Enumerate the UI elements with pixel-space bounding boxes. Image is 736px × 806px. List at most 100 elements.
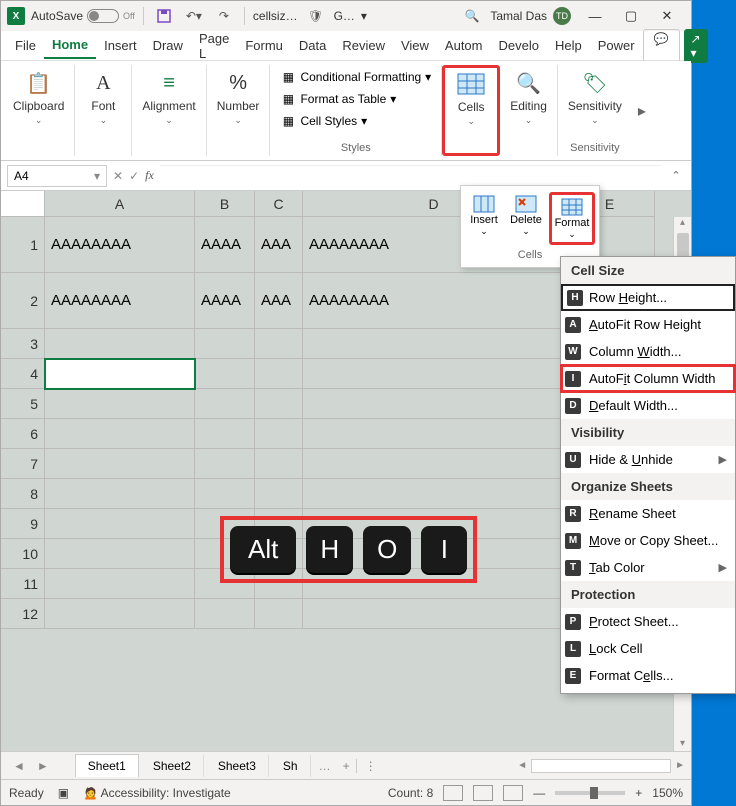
minimize-icon[interactable]: — (577, 2, 613, 30)
menu-draw[interactable]: Draw (145, 33, 191, 58)
cell-C12[interactable] (255, 599, 303, 629)
font-button[interactable]: A Font ⌄ (81, 67, 125, 128)
fx-icon[interactable]: fx (145, 168, 154, 183)
cell-C3[interactable] (255, 329, 303, 359)
menu-automate[interactable]: Autom (437, 33, 491, 58)
cell-A2[interactable]: AAAAAAAA (45, 273, 195, 329)
hscroll-left-icon[interactable]: ◄ (517, 760, 527, 771)
cell-C7[interactable] (255, 449, 303, 479)
cell-B12[interactable] (195, 599, 255, 629)
collapse-formula-icon[interactable]: ⌃ (661, 169, 691, 182)
cell-A12[interactable] (45, 599, 195, 629)
row-header-8[interactable]: 8 (1, 479, 45, 509)
row-header-4[interactable]: 4 (1, 359, 45, 389)
formula-input[interactable] (160, 165, 661, 187)
view-break-icon[interactable] (503, 785, 523, 801)
menu-file[interactable]: File (7, 33, 44, 58)
cell-A10[interactable] (45, 539, 195, 569)
cell-B7[interactable] (195, 449, 255, 479)
format-item-format-cells[interactable]: EFormat Cells... (561, 662, 735, 689)
tab-sheet3[interactable]: Sheet3 (206, 755, 269, 777)
name-box[interactable]: A4 ▾ (7, 165, 107, 187)
cell-C8[interactable] (255, 479, 303, 509)
tab-more-icon[interactable]: … (313, 759, 337, 773)
hscroll-right-icon[interactable]: ► (675, 760, 685, 771)
select-all-button[interactable] (1, 191, 45, 217)
avatar[interactable]: TD (553, 7, 571, 25)
close-icon[interactable]: ✕ (649, 2, 685, 30)
row-header-12[interactable]: 12 (1, 599, 45, 629)
row-header-1[interactable]: 1 (1, 217, 45, 273)
sensitivity-button[interactable]: 🏷 Sensitivity ⌄ (564, 67, 626, 128)
format-item-tab-color[interactable]: TTab Color▶ (561, 554, 735, 581)
menu-home[interactable]: Home (44, 32, 96, 59)
format-item-lock-cell[interactable]: LLock Cell (561, 635, 735, 662)
row-header-2[interactable]: 2 (1, 273, 45, 329)
cell-D7[interactable] (303, 449, 565, 479)
row-header-10[interactable]: 10 (1, 539, 45, 569)
format-as-table-button[interactable]: ▦Format as Table ▾ (276, 89, 435, 109)
format-item-hide-unhide[interactable]: UHide & Unhide▶ (561, 446, 735, 473)
cell-A6[interactable] (45, 419, 195, 449)
clipboard-button[interactable]: 📋 Clipboard ⌄ (9, 67, 68, 128)
cell-A1[interactable]: AAAAAAAA (45, 217, 195, 273)
cell-B1[interactable]: AAAA (195, 217, 255, 273)
search-icon[interactable]: 🔍 (460, 4, 484, 28)
toggle-icon[interactable] (87, 9, 119, 23)
cell-C2[interactable]: AAA (255, 273, 303, 329)
conditional-formatting-button[interactable]: ▦Conditional Formatting ▾ (276, 67, 435, 87)
cell-A3[interactable] (45, 329, 195, 359)
share-button[interactable]: ↗ ▾ (684, 29, 708, 63)
view-normal-icon[interactable] (443, 785, 463, 801)
row-header-5[interactable]: 5 (1, 389, 45, 419)
chevron-down-icon[interactable]: ▾ (94, 169, 100, 183)
format-item-autofit-column-width[interactable]: IAutoFit Column Width (561, 365, 735, 392)
cell-A11[interactable] (45, 569, 195, 599)
row-header-6[interactable]: 6 (1, 419, 45, 449)
cell-A4[interactable] (45, 359, 195, 389)
menu-view[interactable]: View (393, 33, 437, 58)
cell-A8[interactable] (45, 479, 195, 509)
row-header-7[interactable]: 7 (1, 449, 45, 479)
accept-icon[interactable]: ✓ (129, 169, 139, 183)
macro-record-icon[interactable]: ▣ (58, 786, 69, 800)
cell-A5[interactable] (45, 389, 195, 419)
save-icon[interactable] (152, 4, 176, 28)
view-page-icon[interactable] (473, 785, 493, 801)
tab-sheet2[interactable]: Sheet2 (141, 755, 204, 777)
menu-data[interactable]: Data (291, 33, 334, 58)
cell-B4[interactable] (195, 359, 255, 389)
format-item-protect-sheet[interactable]: PProtect Sheet... (561, 608, 735, 635)
ribbon-overflow-button[interactable]: ▸ (632, 65, 652, 156)
redo-icon[interactable]: ↷ (212, 4, 236, 28)
row-header-3[interactable]: 3 (1, 329, 45, 359)
tab-next-icon[interactable]: ► (31, 759, 55, 773)
menu-pagelayout[interactable]: Page L (191, 26, 237, 66)
format-item-move-or-copy-sheet[interactable]: MMove or Copy Sheet... (561, 527, 735, 554)
cancel-icon[interactable]: ✕ (113, 169, 123, 183)
undo-icon[interactable]: ↶▾ (182, 4, 206, 28)
cell-styles-button[interactable]: ▦Cell Styles ▾ (276, 111, 435, 131)
menu-review[interactable]: Review (334, 33, 393, 58)
col-header-C[interactable]: C (255, 191, 303, 217)
tab-add-icon[interactable]: + (337, 759, 356, 773)
row-header-9[interactable]: 9 (1, 509, 45, 539)
cell-C5[interactable] (255, 389, 303, 419)
insert-cells-button[interactable]: Insert⌄ (465, 192, 503, 245)
number-button[interactable]: % Number ⌄ (213, 67, 264, 128)
editing-button[interactable]: 🔍 Editing ⌄ (506, 67, 551, 128)
alignment-button[interactable]: ≡ Alignment ⌄ (138, 67, 199, 128)
autosave-toggle[interactable]: AutoSave Off (31, 9, 135, 23)
cell-D6[interactable] (303, 419, 565, 449)
cell-B6[interactable] (195, 419, 255, 449)
cell-B3[interactable] (195, 329, 255, 359)
tab-sheet1[interactable]: Sheet1 (75, 754, 139, 777)
menu-power[interactable]: Power (590, 33, 643, 58)
col-header-B[interactable]: B (195, 191, 255, 217)
maximize-icon[interactable]: ▢ (613, 2, 649, 30)
tab-prev-icon[interactable]: ◄ (7, 759, 31, 773)
cell-D3[interactable] (303, 329, 565, 359)
menu-help[interactable]: Help (547, 33, 590, 58)
cell-A7[interactable] (45, 449, 195, 479)
horizontal-scrollbar[interactable] (531, 759, 671, 773)
